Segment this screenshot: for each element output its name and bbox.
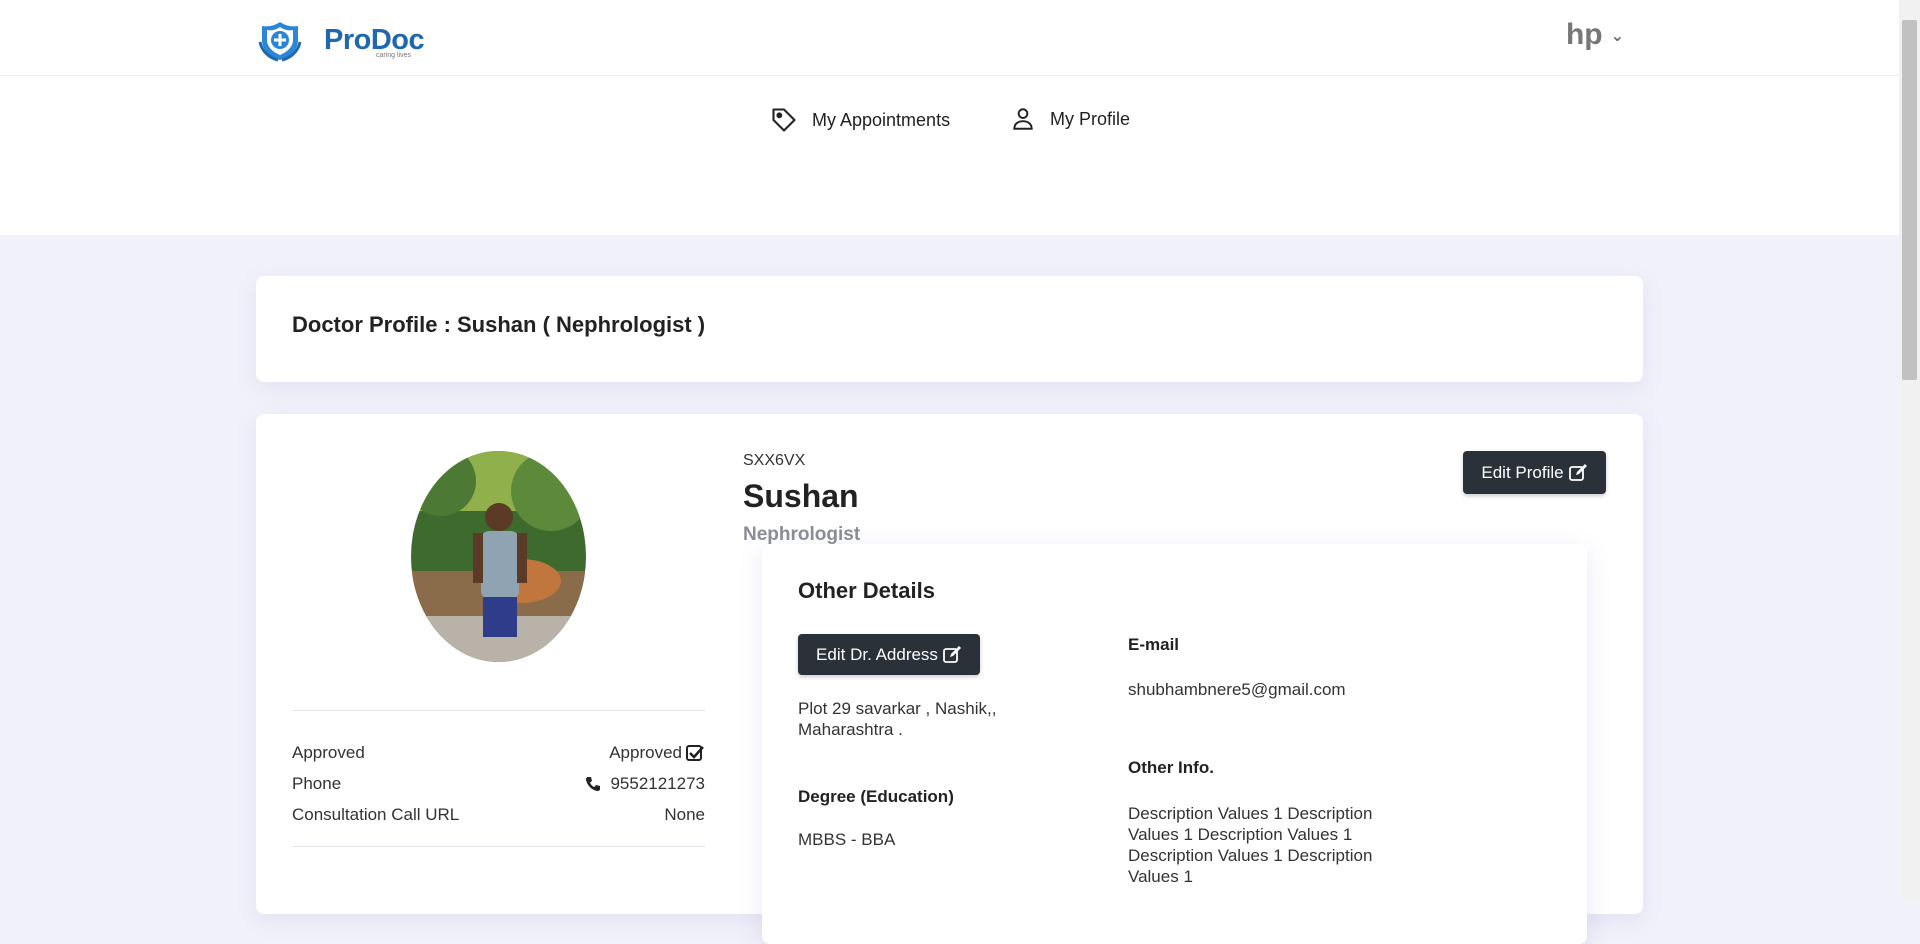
doctor-avatar — [411, 451, 586, 662]
nav-my-profile[interactable]: My Profile — [1010, 106, 1130, 132]
degree-value: MBBS - BBA — [798, 830, 896, 849]
degree-label: Degree (Education) — [798, 787, 954, 806]
info-value: Approved — [609, 743, 682, 762]
title-card: Doctor Profile : Sushan ( Nephrologist ) — [256, 276, 1643, 382]
email-label: E-mail — [1128, 635, 1180, 654]
profile-card: Approved Approved Phone 9552121273 Consu… — [256, 414, 1643, 944]
edit-address-label: Edit Dr. Address — [816, 644, 938, 664]
info-label: Approved — [292, 743, 365, 762]
edit-icon — [943, 645, 961, 663]
info-label: Phone — [292, 774, 342, 793]
phone-icon — [586, 777, 601, 791]
info-value: None — [664, 805, 705, 824]
other-details-heading: Other Details — [798, 578, 935, 603]
scrollbar-thumb[interactable] — [1902, 20, 1917, 380]
top-header: ProDoc caring lives hp ⌄ — [0, 0, 1899, 76]
check-square-icon — [686, 745, 704, 761]
user-name: hp — [1565, 18, 1603, 51]
tag-icon — [772, 108, 796, 132]
other-info-value: Description Values 1 Description Values … — [1128, 804, 1373, 886]
prodoc-logo[interactable]: ProDoc caring lives — [258, 18, 438, 62]
doctor-code: SXX6VX — [743, 452, 806, 469]
person-icon — [1013, 108, 1033, 130]
page-scrollbar[interactable] — [1899, 0, 1920, 901]
header-spacer — [0, 160, 1899, 235]
doctor-specialty: Nephrologist — [743, 524, 861, 545]
doctor-name: Sushan — [743, 478, 859, 514]
edit-icon — [1568, 463, 1587, 481]
other-info-label: Other Info. — [1128, 758, 1214, 777]
nav-my-appointments[interactable]: My Appointments — [770, 106, 950, 134]
email-value: shubhambnere5@gmail.com — [1128, 680, 1346, 699]
chevron-down-icon: ⌄ — [1610, 28, 1624, 46]
info-value: 9552121273 — [610, 774, 705, 793]
other-details-card: Other Details Edit Dr. Address Plot 29 s… — [762, 544, 1587, 944]
logo-tagline: caring lives — [376, 52, 412, 59]
divider — [292, 846, 705, 847]
page-title: Doctor Profile : Sushan ( Nephrologist ) — [292, 312, 706, 337]
main-nav: My Appointments My Profile — [0, 76, 1899, 160]
info-label: Consultation Call URL — [292, 805, 460, 824]
shield-logo-icon — [258, 22, 302, 62]
edit-profile-button[interactable]: Edit Profile — [1463, 451, 1606, 494]
nav-profile-label: My Profile — [1050, 108, 1131, 129]
doctor-address: Plot 29 savarkar , Nashik,, Maharashtra … — [798, 699, 997, 739]
user-menu[interactable]: hp ⌄ — [1566, 18, 1624, 52]
edit-profile-label: Edit Profile — [1481, 462, 1564, 482]
nav-appointments-label: My Appointments — [812, 109, 951, 130]
edit-address-button[interactable]: Edit Dr. Address — [798, 634, 980, 675]
divider — [292, 710, 705, 711]
